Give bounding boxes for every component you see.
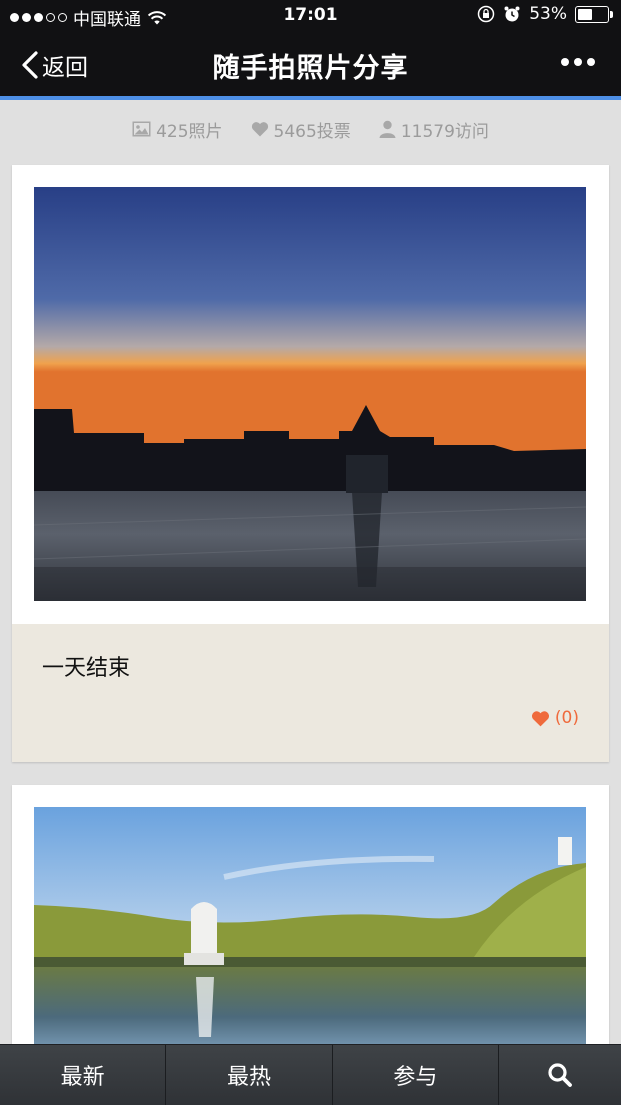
search-button[interactable]: [497, 1045, 621, 1105]
heart-icon: [531, 710, 549, 726]
photo-card[interactable]: 一天结束 (0): [12, 165, 609, 762]
battery-icon: [575, 5, 613, 23]
heart-icon: [251, 122, 268, 137]
tab-hottest[interactable]: 最热: [165, 1045, 331, 1105]
visit-count-label: 11579访问: [400, 121, 489, 142]
caption-panel: 一天结束 (0): [12, 624, 609, 762]
tab-latest[interactable]: 最新: [0, 1045, 165, 1105]
bottom-tab-bar: 最新 最热 参与: [0, 1044, 621, 1105]
search-icon: [548, 1063, 572, 1087]
sunset-lake-photo[interactable]: [34, 187, 586, 601]
photo-caption: 一天结束: [42, 656, 131, 681]
photo-count-label: 425照片: [156, 121, 223, 142]
battery-level-fill: [578, 8, 592, 20]
alarm-icon: [504, 6, 520, 22]
navigation-bar: 返回 随手拍照片分享: [0, 32, 621, 96]
status-bar: 中国联通 17:01 53%: [0, 0, 621, 32]
like-count: (0): [554, 708, 579, 728]
stats-row: 425照片 5465投票 11579访问: [0, 100, 621, 158]
user-icon: [379, 120, 396, 138]
visit-count: 11579访问: [379, 117, 489, 142]
photo-count: 425照片: [132, 117, 223, 142]
image-icon: [132, 121, 151, 137]
like-button[interactable]: (0): [531, 708, 579, 728]
tab-join[interactable]: 参与: [331, 1045, 498, 1105]
status-bar-right: 53%: [477, 4, 613, 24]
page-title: 随手拍照片分享: [212, 53, 409, 84]
rotation-lock-icon: [477, 5, 495, 23]
battery-percentage: 53%: [529, 4, 567, 24]
more-icon: [561, 58, 569, 66]
vote-count-label: 5465投票: [273, 121, 351, 142]
lake-pagoda-photo[interactable]: [34, 807, 586, 1067]
more-button[interactable]: [561, 58, 595, 66]
vote-count: 5465投票: [251, 117, 351, 142]
